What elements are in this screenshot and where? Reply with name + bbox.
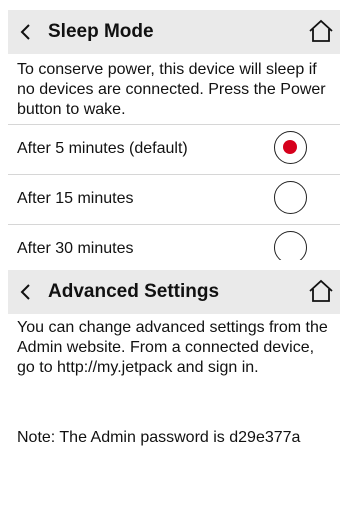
option-label: After 15 minutes bbox=[17, 190, 134, 207]
option-label: After 30 minutes bbox=[17, 240, 134, 257]
advanced-settings-header: Advanced Settings bbox=[8, 270, 340, 314]
sleep-mode-panel: Sleep Mode To conserve power, this devic… bbox=[8, 10, 340, 260]
radio-button[interactable] bbox=[274, 181, 307, 214]
chevron-left-icon[interactable] bbox=[16, 22, 36, 42]
chevron-left-icon[interactable] bbox=[16, 282, 36, 302]
radio-dot-icon bbox=[283, 140, 297, 154]
admin-password-note: Note: The Admin password is d29e377a bbox=[17, 429, 301, 446]
option-15-minutes[interactable]: After 15 minutes bbox=[8, 174, 340, 224]
home-icon[interactable] bbox=[308, 279, 334, 303]
option-5-minutes[interactable]: After 5 minutes (default) bbox=[8, 124, 340, 174]
option-label: After 5 minutes (default) bbox=[17, 140, 188, 157]
option-30-minutes[interactable]: After 30 minutes bbox=[8, 224, 340, 260]
sleep-mode-header: Sleep Mode bbox=[8, 10, 340, 54]
page-title: Advanced Settings bbox=[48, 281, 220, 302]
advanced-settings-panel: Advanced Settings You can change advance… bbox=[8, 270, 340, 527]
radio-button-selected[interactable] bbox=[274, 131, 307, 164]
advanced-settings-description: You can change advanced settings from th… bbox=[17, 319, 328, 376]
radio-button[interactable] bbox=[274, 231, 307, 260]
page-title: Sleep Mode bbox=[48, 21, 154, 42]
home-icon[interactable] bbox=[308, 19, 334, 43]
sleep-mode-description: To conserve power, this device will slee… bbox=[17, 61, 326, 118]
